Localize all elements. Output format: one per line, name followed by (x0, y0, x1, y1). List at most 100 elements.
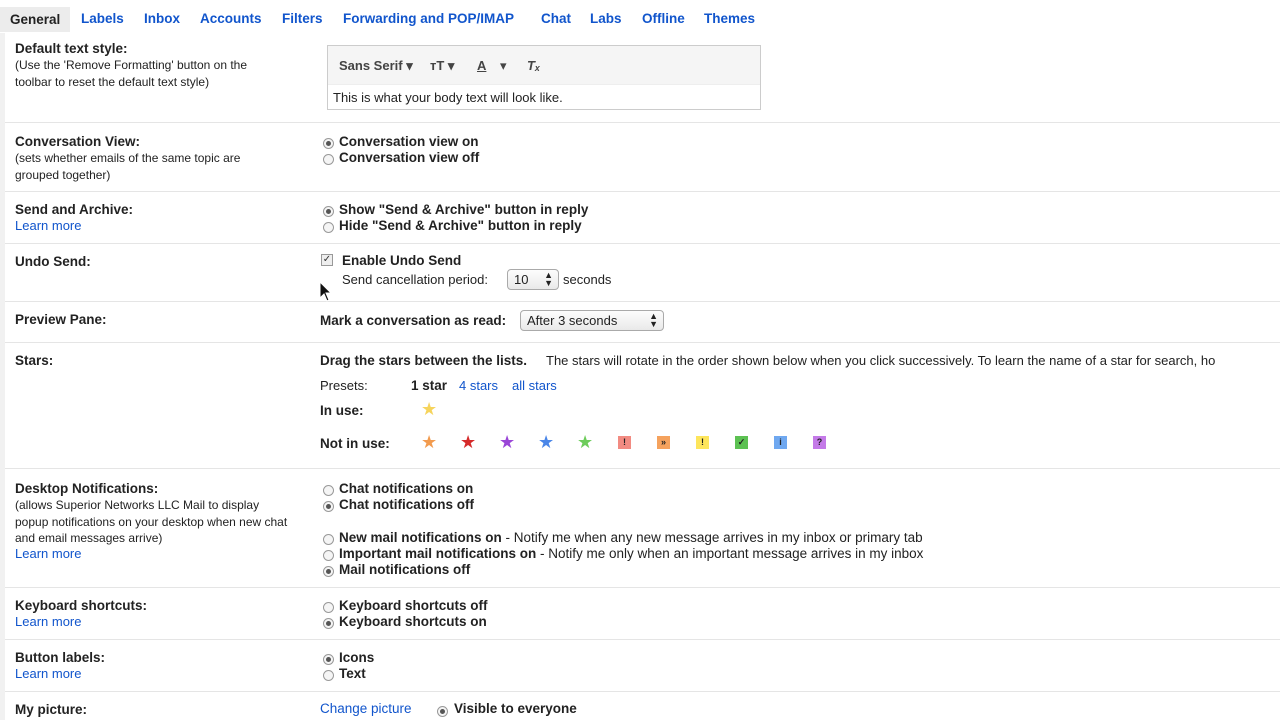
divider (5, 691, 1280, 692)
tab-offline[interactable]: Offline (642, 11, 685, 26)
orange-star-icon[interactable]: ★ (421, 433, 437, 451)
font-size-icon: ᴛT (430, 58, 445, 73)
enable-undo-send-checkbox[interactable]: ✓ (321, 254, 333, 266)
enable-undo-send-label: Enable Undo Send (342, 253, 462, 268)
tab-themes[interactable]: Themes (704, 11, 755, 26)
button-labels-text-radio[interactable] (323, 670, 334, 681)
remove-formatting-icon[interactable]: Tₓ (527, 58, 540, 73)
yellow-bang-icon[interactable]: ! (696, 436, 709, 449)
chat-notifications-on-label: Chat notifications on (339, 481, 474, 496)
divider (5, 301, 1280, 302)
new-mail-notifications-bold: New mail notifications on (339, 530, 502, 545)
change-picture-link[interactable]: Change picture (320, 701, 412, 716)
button-labels-text-label: Text (339, 666, 366, 681)
blue-star-icon[interactable]: ★ (538, 433, 554, 451)
tab-forwarding[interactable]: Forwarding and POP/IMAP (343, 11, 514, 26)
send-archive-label: Send and Archive: (15, 202, 134, 217)
send-archive-show-label: Show "Send & Archive" button in reply (339, 202, 589, 217)
yellow-star-icon[interactable]: ★ (421, 400, 437, 418)
keyboard-shortcuts-on-label: Keyboard shortcuts on (339, 614, 487, 629)
conversation-off-radio[interactable] (323, 154, 334, 165)
select-arrows-icon: ▲ ▼ (649, 311, 658, 329)
mail-notifications-off-label: Mail notifications off (339, 562, 471, 577)
button-labels-icons-label: Icons (339, 650, 375, 665)
default-text-style-label: Default text style: (15, 41, 128, 56)
select-arrows-icon: ▲ ▼ (544, 270, 553, 288)
font-size-select[interactable]: ᴛT ▾ (430, 58, 454, 74)
cancellation-period-value: 10 (514, 272, 529, 287)
send-archive-show-radio[interactable] (323, 206, 334, 217)
seconds-label: seconds (563, 272, 612, 287)
preset-4-stars[interactable]: 4 stars (459, 378, 498, 393)
send-archive-learn-more[interactable]: Learn more (15, 218, 81, 233)
undo-send-label: Undo Send: (15, 254, 91, 269)
cancellation-period-select[interactable]: 10 ▲ ▼ (507, 269, 559, 290)
not-in-use-label: Not in use: (320, 436, 390, 451)
tab-labels[interactable]: Labels (81, 11, 124, 26)
desktop-notifications-learn-more[interactable]: Learn more (15, 546, 81, 561)
purple-question-icon[interactable]: ? (813, 436, 826, 449)
red-bang-icon[interactable]: ! (618, 436, 631, 449)
left-strip (0, 33, 5, 720)
text-color-dropdown[interactable]: ▾ (500, 58, 507, 74)
editor-toolbar: Sans Serif ▾ ᴛT ▾ A ▾ Tₓ (328, 46, 760, 85)
green-check-icon[interactable]: ✓ (735, 436, 748, 449)
tab-inbox[interactable]: Inbox (144, 11, 180, 26)
button-labels-label: Button labels: (15, 650, 105, 665)
conversation-on-radio[interactable] (323, 138, 334, 149)
divider (5, 342, 1280, 343)
font-family-label: Sans Serif (339, 58, 403, 73)
font-family-select[interactable]: Sans Serif ▾ (339, 58, 413, 74)
blue-info-icon[interactable]: i (774, 436, 787, 449)
keyboard-shortcuts-learn-more[interactable]: Learn more (15, 614, 81, 629)
conversation-view-label: Conversation View: (15, 134, 141, 149)
keyboard-shortcuts-off-radio[interactable] (323, 602, 334, 613)
conversation-off-label: Conversation view off (339, 150, 480, 165)
button-labels-icons-radio[interactable] (323, 654, 334, 665)
tab-filters[interactable]: Filters (282, 11, 323, 26)
orange-guillemet-icon[interactable]: » (657, 436, 670, 449)
new-mail-notifications-desc: - Notify me when any new message arrives… (501, 530, 923, 545)
divider (5, 587, 1280, 588)
tab-labs[interactable]: Labs (590, 11, 622, 26)
conversation-view-desc: (sets whether emails of the same topic a… (15, 151, 241, 182)
keyboard-shortcuts-on-radio[interactable] (323, 618, 334, 629)
keyboard-shortcuts-off-label: Keyboard shortcuts off (339, 598, 488, 613)
new-mail-notifications-radio[interactable] (323, 534, 334, 545)
send-archive-hide-radio[interactable] (323, 222, 334, 233)
text-color-icon: A (477, 58, 487, 73)
green-star-icon[interactable]: ★ (577, 433, 593, 451)
keyboard-shortcuts-label: Keyboard shortcuts: (15, 598, 148, 613)
editor-sample-text[interactable]: This is what your body text will look li… (333, 90, 563, 105)
stars-label: Stars: (15, 353, 54, 368)
divider (5, 122, 1280, 123)
stars-instructions: The stars will rotate in the order shown… (546, 353, 1216, 368)
desktop-notifications-label: Desktop Notifications: (15, 481, 159, 496)
purple-star-icon[interactable]: ★ (499, 433, 515, 451)
new-mail-notifications-label: New mail notifications on - Notify me wh… (339, 530, 923, 545)
preview-pane-label: Preview Pane: (15, 312, 107, 327)
tab-chat[interactable]: Chat (541, 11, 571, 26)
important-mail-notifications-radio[interactable] (323, 550, 334, 561)
chat-notifications-on-radio[interactable] (323, 485, 334, 496)
important-mail-notifications-bold: Important mail notifications on (339, 546, 537, 561)
send-archive-hide-label: Hide "Send & Archive" button in reply (339, 218, 582, 233)
mark-read-select[interactable]: After 3 seconds ▲ ▼ (520, 310, 664, 331)
mail-notifications-off-radio[interactable] (323, 566, 334, 577)
red-star-icon[interactable]: ★ (460, 433, 476, 451)
tab-general[interactable]: General (0, 7, 71, 32)
mark-read-label: Mark a conversation as read: (320, 313, 507, 328)
stars-instructions-bold: Drag the stars between the lists. (320, 353, 528, 368)
divider (5, 191, 1280, 192)
preset-all-stars[interactable]: all stars (512, 378, 557, 393)
mark-read-value: After 3 seconds (527, 313, 618, 328)
picture-visible-everyone-radio[interactable] (437, 706, 448, 717)
in-use-label: In use: (320, 403, 364, 418)
tab-accounts[interactable]: Accounts (200, 11, 262, 26)
text-color-select[interactable]: A (477, 58, 486, 73)
button-labels-learn-more[interactable]: Learn more (15, 666, 81, 681)
conversation-on-label: Conversation view on (339, 134, 479, 149)
chat-notifications-off-radio[interactable] (323, 501, 334, 512)
preset-1-star[interactable]: 1 star (411, 378, 447, 393)
important-mail-notifications-label: Important mail notifications on - Notify… (339, 546, 923, 561)
